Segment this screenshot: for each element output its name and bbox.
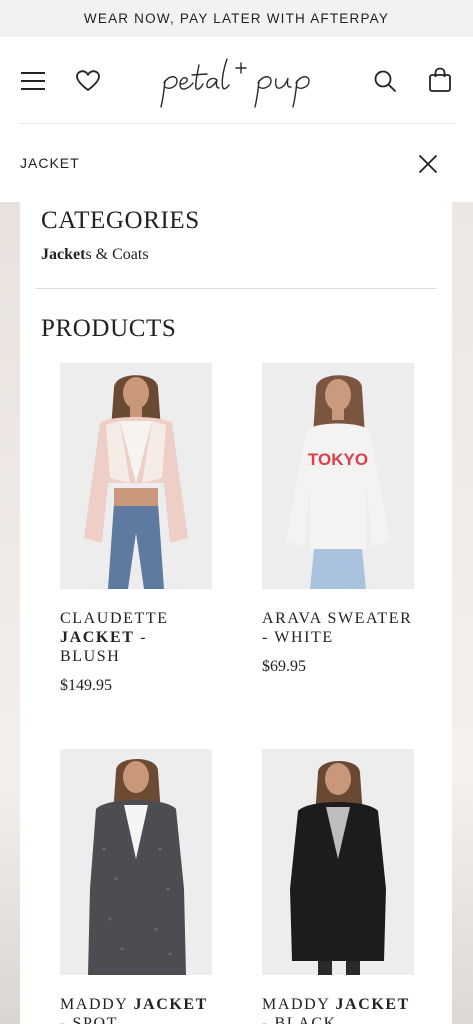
background-photo-right <box>452 202 473 1024</box>
products-heading: PRODUCTS <box>41 315 177 342</box>
product-name[interactable]: ARAVA SWEATER - WHITE <box>262 609 414 647</box>
heart-icon[interactable] <box>73 66 103 96</box>
site-header <box>0 37 473 124</box>
product-name[interactable]: MADDY JACKET - SPOT <box>60 995 212 1024</box>
product-image[interactable] <box>60 749 212 975</box>
product-name[interactable]: CLAUDETTE JACKET - BLUSH <box>60 609 212 666</box>
categories-heading: CATEGORIES <box>41 207 200 234</box>
product-card-maddy-jacket-black[interactable]: MADDY JACKET - BLACK <box>262 749 414 1024</box>
promo-text: WEAR NOW, PAY LATER WITH AFTERPAY <box>83 11 390 26</box>
category-link-jackets-coats[interactable]: Jackets & Coats <box>41 246 149 264</box>
product-price: $149.95 <box>60 677 112 694</box>
hamburger-menu-icon[interactable] <box>18 66 48 96</box>
shopping-bag-icon[interactable] <box>425 65 455 95</box>
category-rest-text: s & Coats <box>85 246 149 263</box>
product-image[interactable]: TOKYO <box>262 363 414 589</box>
product-name[interactable]: MADDY JACKET - BLACK <box>262 995 414 1024</box>
product-image[interactable] <box>60 363 212 589</box>
search-bar <box>0 124 473 202</box>
background-photo-left <box>0 202 20 1024</box>
product-card-maddy-jacket-spot[interactable]: MADDY JACKET - SPOT <box>60 749 212 1024</box>
section-divider <box>35 288 437 289</box>
close-icon[interactable] <box>414 150 442 178</box>
product-card-claudette-jacket[interactable]: CLAUDETTE JACKET - BLUSH $149.95 <box>60 363 212 695</box>
product-card-arava-sweater[interactable]: TOKYO ARAVA SWEATER - WHITE $69.95 <box>262 363 414 676</box>
petal-and-pup-logo[interactable] <box>155 51 333 111</box>
search-results-panel: CATEGORIES Jackets & Coats PRODUCTS CLAU… <box>20 202 452 1024</box>
search-icon[interactable] <box>370 66 400 96</box>
product-price: $69.95 <box>262 658 306 675</box>
product-image[interactable] <box>262 749 414 975</box>
search-input[interactable] <box>20 150 380 176</box>
category-match-text: Jacket <box>41 246 86 263</box>
tokyo-print-text: TOKYO <box>308 450 368 469</box>
afterpay-promo-banner[interactable]: WEAR NOW, PAY LATER WITH AFTERPAY <box>0 0 473 37</box>
